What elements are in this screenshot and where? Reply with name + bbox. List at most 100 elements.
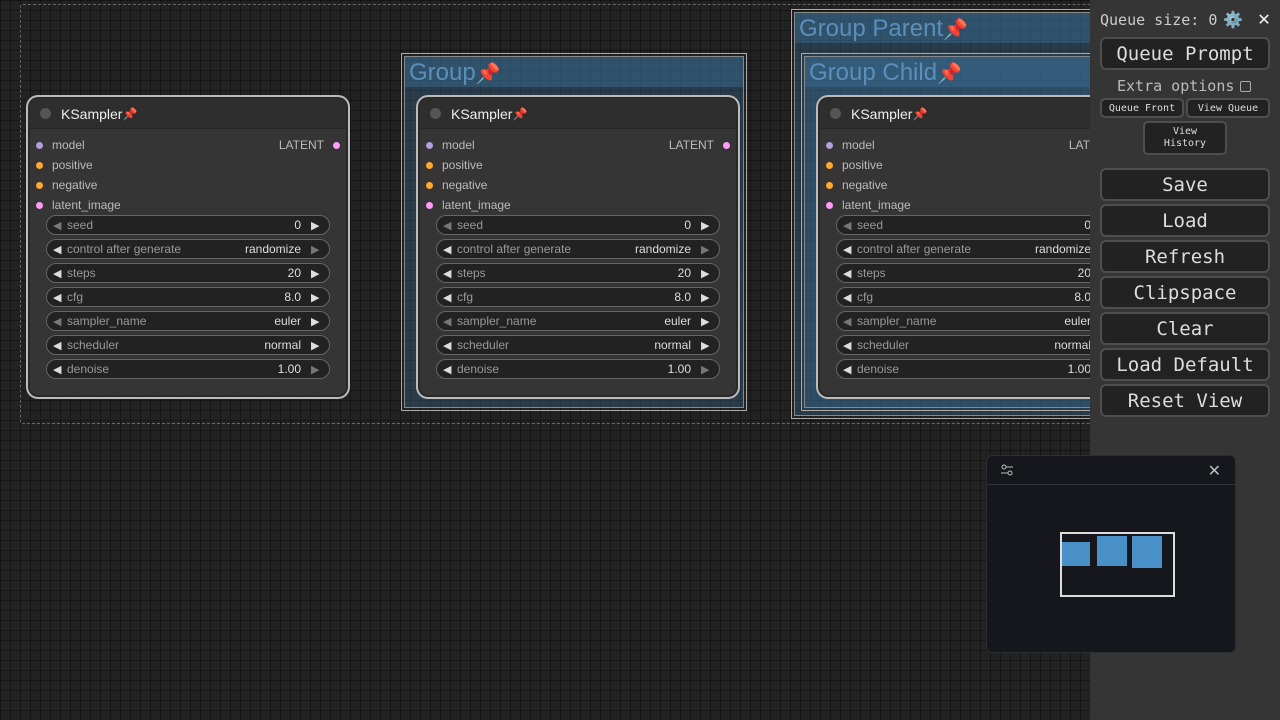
queue-front-button[interactable]: Queue Front xyxy=(1100,98,1184,118)
sliders-icon[interactable] xyxy=(1001,464,1013,479)
widget-denoise[interactable]: ◀denoise1.00▶ xyxy=(836,359,1090,379)
decrement-arrow-icon[interactable]: ◀ xyxy=(843,291,855,304)
widget-steps[interactable]: ◀steps20▶ xyxy=(46,263,330,283)
slot-dot-icon[interactable] xyxy=(426,201,433,209)
collapse-dot-icon[interactable] xyxy=(40,108,51,119)
slot-dot-icon[interactable] xyxy=(426,181,433,189)
collapse-dot-icon[interactable] xyxy=(830,108,841,119)
input-slot[interactable]: negative xyxy=(820,175,1090,195)
input-slot[interactable]: latent_image xyxy=(30,195,346,215)
collapse-dot-icon[interactable] xyxy=(430,108,441,119)
increment-arrow-icon[interactable]: ▶ xyxy=(701,243,713,256)
widget-steps[interactable]: ◀steps20▶ xyxy=(436,263,720,283)
widget-denoise[interactable]: ◀denoise1.00▶ xyxy=(46,359,330,379)
decrement-arrow-icon[interactable]: ◀ xyxy=(53,243,65,256)
widget-cfg[interactable]: ◀cfg8.0▶ xyxy=(46,287,330,307)
widget-control-after-generate[interactable]: ◀control after generaterandomize▶ xyxy=(436,239,720,259)
decrement-arrow-icon[interactable]: ◀ xyxy=(53,291,65,304)
graph-canvas[interactable]: Group📌 Group Parent📌 Group Child📌 KSampl… xyxy=(0,0,1090,720)
widget-cfg[interactable]: ◀cfg8.0▶ xyxy=(836,287,1090,307)
decrement-arrow-icon[interactable]: ◀ xyxy=(443,267,455,280)
widget-seed[interactable]: ◀seed0▶ xyxy=(46,215,330,235)
slot-dot-icon[interactable] xyxy=(826,201,833,209)
refresh-button[interactable]: Refresh xyxy=(1100,240,1270,273)
clear-button[interactable]: Clear xyxy=(1100,312,1270,345)
decrement-arrow-icon[interactable]: ◀ xyxy=(53,219,65,232)
widget-sampler-name[interactable]: ◀sampler_name euler ▶ xyxy=(46,311,330,331)
output-slot[interactable]: LATENT xyxy=(669,135,730,155)
increment-arrow-icon[interactable]: ▶ xyxy=(311,315,323,328)
slot-dot-icon[interactable] xyxy=(333,141,340,149)
widget-seed[interactable]: ◀seed0▶ xyxy=(836,215,1090,235)
increment-arrow-icon[interactable]: ▶ xyxy=(311,219,323,232)
decrement-arrow-icon[interactable]: ◀ xyxy=(843,339,855,352)
decrement-arrow-icon[interactable]: ◀ xyxy=(53,339,65,352)
decrement-arrow-icon[interactable]: ◀ xyxy=(843,363,855,376)
group-child-title[interactable]: Group Child📌 xyxy=(809,59,962,87)
widget-scheduler[interactable]: ◀schedulernormal▶ xyxy=(836,335,1090,355)
view-queue-button[interactable]: View Queue xyxy=(1186,98,1270,118)
minimap-panel[interactable]: ✕ xyxy=(986,455,1236,653)
increment-arrow-icon[interactable]: ▶ xyxy=(311,243,323,256)
extra-options[interactable]: Extra options xyxy=(1117,77,1252,95)
slot-dot-icon[interactable] xyxy=(36,141,43,149)
slot-dot-icon[interactable] xyxy=(826,161,833,169)
increment-arrow-icon[interactable]: ▶ xyxy=(311,291,323,304)
slot-dot-icon[interactable] xyxy=(826,181,833,189)
decrement-arrow-icon[interactable]: ◀ xyxy=(843,315,855,328)
gear-icon[interactable]: ⚙️ xyxy=(1223,10,1243,29)
slot-dot-icon[interactable] xyxy=(426,161,433,169)
input-slot[interactable]: positive xyxy=(820,155,1090,175)
decrement-arrow-icon[interactable]: ◀ xyxy=(443,315,455,328)
view-history-button[interactable]: View History xyxy=(1143,121,1227,155)
decrement-arrow-icon[interactable]: ◀ xyxy=(443,363,455,376)
increment-arrow-icon[interactable]: ▶ xyxy=(311,339,323,352)
increment-arrow-icon[interactable]: ▶ xyxy=(701,219,713,232)
decrement-arrow-icon[interactable]: ◀ xyxy=(53,315,65,328)
input-slot[interactable]: positive xyxy=(30,155,346,175)
increment-arrow-icon[interactable]: ▶ xyxy=(701,267,713,280)
decrement-arrow-icon[interactable]: ◀ xyxy=(843,219,855,232)
increment-arrow-icon[interactable]: ▶ xyxy=(701,291,713,304)
decrement-arrow-icon[interactable]: ◀ xyxy=(843,243,855,256)
widget-seed[interactable]: ◀seed0▶ xyxy=(436,215,720,235)
input-slot[interactable]: negative xyxy=(420,175,736,195)
increment-arrow-icon[interactable]: ▶ xyxy=(701,363,713,376)
widget-control-after-generate[interactable]: ◀control after generaterandomize▶ xyxy=(46,239,330,259)
decrement-arrow-icon[interactable]: ◀ xyxy=(53,267,65,280)
minimap-close-icon[interactable]: ✕ xyxy=(1208,461,1221,481)
increment-arrow-icon[interactable]: ▶ xyxy=(311,267,323,280)
slot-dot-icon[interactable] xyxy=(826,141,833,149)
load-button[interactable]: Load xyxy=(1100,204,1270,237)
input-slot[interactable]: latent_image xyxy=(820,195,1090,215)
widget-denoise[interactable]: ◀denoise1.00▶ xyxy=(436,359,720,379)
decrement-arrow-icon[interactable]: ◀ xyxy=(443,291,455,304)
node-title-bar[interactable]: KSampler 📌 xyxy=(820,99,1090,129)
slot-dot-icon[interactable] xyxy=(36,201,43,209)
input-slot[interactable]: positive xyxy=(420,155,736,175)
input-slot[interactable]: model xyxy=(820,135,1090,155)
widget-scheduler[interactable]: ◀schedulernormal▶ xyxy=(436,335,720,355)
reset-view-button[interactable]: Reset View xyxy=(1100,384,1270,417)
group-parent-title[interactable]: Group Parent📌 xyxy=(799,15,968,43)
node-title-bar[interactable]: KSampler 📌 xyxy=(420,99,736,129)
load-default-button[interactable]: Load Default xyxy=(1100,348,1270,381)
increment-arrow-icon[interactable]: ▶ xyxy=(701,339,713,352)
widget-scheduler[interactable]: ◀schedulernormal▶ xyxy=(46,335,330,355)
slot-dot-icon[interactable] xyxy=(36,181,43,189)
increment-arrow-icon[interactable]: ▶ xyxy=(701,315,713,328)
widget-control-after-generate[interactable]: ◀control after generaterandomize▶ xyxy=(836,239,1090,259)
group-title[interactable]: Group📌 xyxy=(409,59,501,87)
decrement-arrow-icon[interactable]: ◀ xyxy=(443,219,455,232)
slot-dot-icon[interactable] xyxy=(426,141,433,149)
widget-steps[interactable]: ◀steps20▶ xyxy=(836,263,1090,283)
widget-cfg[interactable]: ◀cfg8.0▶ xyxy=(436,287,720,307)
ksampler-node[interactable]: KSampler 📌 model positive negative latent_ima… xyxy=(30,99,346,395)
decrement-arrow-icon[interactable]: ◀ xyxy=(53,363,65,376)
input-slot[interactable]: negative xyxy=(30,175,346,195)
save-button[interactable]: Save xyxy=(1100,168,1270,201)
node-title-bar[interactable]: KSampler 📌 xyxy=(30,99,346,129)
output-slot[interactable]: LATENT xyxy=(279,135,340,155)
output-slot[interactable]: LATENT xyxy=(1069,135,1090,155)
ksampler-node[interactable]: KSampler 📌 model positive negative latent_ima… xyxy=(420,99,736,395)
